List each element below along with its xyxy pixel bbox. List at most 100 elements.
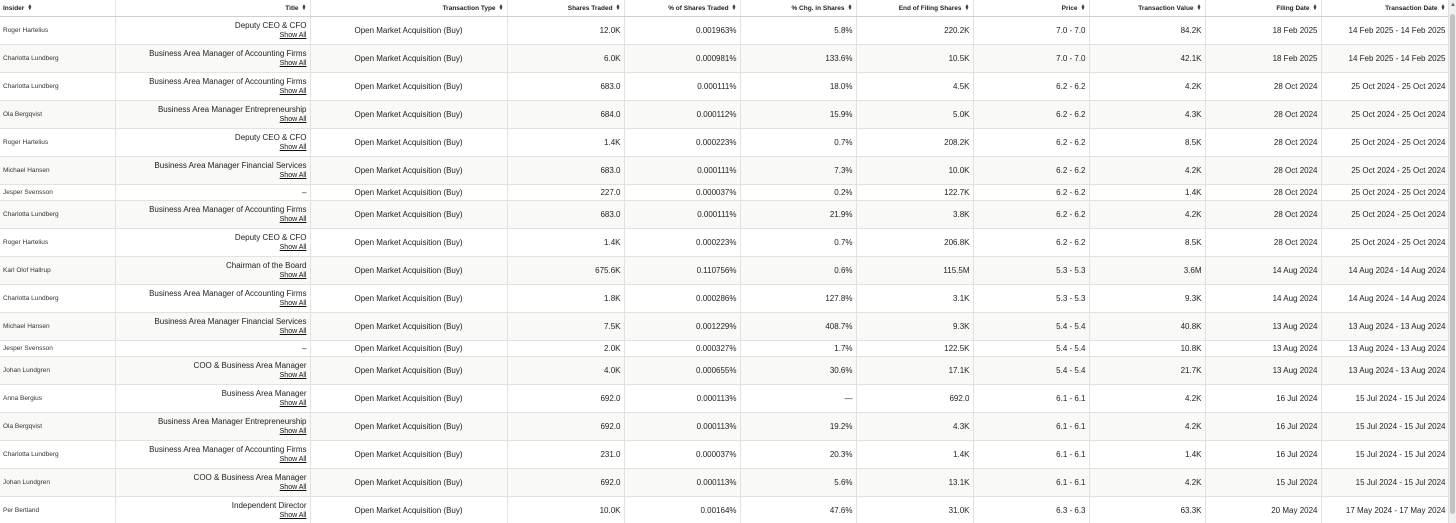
table-row[interactable]: Anna Bergius Business Area Manager Show Al… [0, 384, 1450, 413]
column-header-tdate[interactable]: Transaction Date ▲ ▼ [1321, 0, 1450, 17]
show-all-link[interactable]: Show All [119, 115, 307, 125]
column-header-filing[interactable]: Filing Date ▲ ▼ [1205, 0, 1322, 17]
column-header-insider[interactable]: Insider ▲ ▼ [0, 0, 116, 17]
scroll-up-arrow-icon[interactable]: ▲ [1450, 2, 1456, 8]
show-all-link[interactable]: Show All [119, 87, 307, 97]
table-row[interactable]: Jesper Svensson – Open Market Acquisition … [0, 184, 1450, 201]
sort-icon[interactable]: ▲ ▼ [965, 3, 970, 11]
cell-end: 692.0 [856, 384, 974, 413]
cell-value: 8.5K [1089, 128, 1206, 157]
column-header-label: Transaction Value [1138, 4, 1194, 12]
column-header-chg[interactable]: % Chg. in Shares ▲ ▼ [740, 0, 857, 17]
title-text: Chairman of the Board [226, 260, 307, 270]
sort-icon[interactable]: ▲ ▼ [616, 3, 621, 11]
cell-type: Open Market Acquisition (Buy) [310, 284, 508, 313]
title-text: Deputy CEO & CFO [234, 132, 307, 142]
sort-icon[interactable]: ▲ ▼ [27, 3, 32, 11]
column-header-price[interactable]: Price ▲ ▼ [973, 0, 1090, 17]
show-all-link[interactable]: Show All [119, 371, 307, 381]
column-header-end[interactable]: End of Filing Shares ▲ ▼ [856, 0, 974, 17]
cell-pct: 0.110756% [624, 256, 741, 285]
table-row[interactable]: Roger Hartelius Deputy CEO & CFO Show All O… [0, 128, 1450, 157]
show-all-link[interactable]: Show All [119, 299, 307, 309]
sort-icon[interactable]: ▲ ▼ [1313, 3, 1318, 11]
table-row[interactable]: Roger Hartelius Deputy CEO & CFO Show All O… [0, 228, 1450, 257]
cell-chg: — [740, 384, 857, 413]
column-header-pct[interactable]: % of Shares Traded ▲ ▼ [624, 0, 741, 17]
cell-value: 63.3K [1089, 496, 1206, 523]
cell-end: 1.4K [856, 440, 974, 469]
cell-tdate: 25 Oct 2024 - 25 Oct 2024 [1321, 200, 1450, 229]
sort-icon[interactable]: ▲ ▼ [1441, 3, 1446, 11]
table-row[interactable]: Karl Olof Hallrup Chairman of the Board Sh… [0, 256, 1450, 285]
show-all-link[interactable]: Show All [119, 455, 307, 465]
sort-icon[interactable]: ▲ ▼ [732, 3, 737, 11]
show-all-link[interactable]: Show All [119, 243, 307, 253]
sort-icon[interactable]: ▲ ▼ [302, 3, 307, 11]
cell-type: Open Market Acquisition (Buy) [310, 256, 508, 285]
cell-price: 6.2 - 6.2 [973, 72, 1090, 101]
table-row[interactable]: Johan Lundgren COO & Business Area Manage… [0, 356, 1450, 385]
table-row[interactable]: Michael Hansen Business Area Manager Fina… [0, 156, 1450, 185]
cell-value: 42.1K [1089, 44, 1206, 73]
cell-price: 6.2 - 6.2 [973, 184, 1090, 201]
show-all-link[interactable]: Show All [119, 511, 307, 521]
cell-filing: 28 Oct 2024 [1205, 184, 1322, 201]
title-text: Business Area Manager of Accounting Firm… [149, 444, 307, 454]
table-row[interactable]: Charlotta Lundberg Business Area Manager … [0, 284, 1450, 313]
cell-shares: 683.0 [507, 200, 625, 229]
cell-tdate: 13 Aug 2024 - 13 Aug 2024 [1321, 356, 1450, 385]
cell-value: 4.2K [1089, 384, 1206, 413]
table-row[interactable]: Charlotta Lundberg Business Area Manager … [0, 440, 1450, 469]
cell-pct: 0.000112% [624, 100, 741, 129]
table-row[interactable]: Per Bertland Independent Director Show All… [0, 496, 1450, 523]
cell-pct: 0.000111% [624, 200, 741, 229]
title-text: COO & Business Area Manager [193, 472, 307, 482]
show-all-link[interactable]: Show All [119, 427, 307, 437]
column-header-value[interactable]: Transaction Value ▲ ▼ [1089, 0, 1206, 17]
show-all-link[interactable]: Show All [119, 31, 307, 41]
sort-icon[interactable]: ▲ ▼ [499, 3, 504, 11]
cell-shares: 692.0 [507, 468, 625, 497]
cell-title: Business Area Manager of Accounting Firm… [115, 44, 311, 73]
show-all-link[interactable]: Show All [119, 483, 307, 493]
scrollbar-thumb[interactable] [1450, 14, 1455, 514]
cell-type: Open Market Acquisition (Buy) [310, 200, 508, 229]
cell-insider: Roger Hartelius [0, 128, 116, 157]
vertical-scrollbar[interactable]: ▲ [1448, 0, 1456, 523]
table-row[interactable]: Ola Bergqvist Business Area Manager Entre… [0, 412, 1450, 441]
show-all-link[interactable]: Show All [119, 271, 307, 281]
cell-tdate: 25 Oct 2024 - 25 Oct 2024 [1321, 228, 1450, 257]
table-row[interactable]: Charlotta Lundberg Business Area Manager … [0, 44, 1450, 73]
show-all-link[interactable]: Show All [119, 143, 307, 153]
show-all-link[interactable]: Show All [119, 171, 307, 181]
sort-icon[interactable]: ▲ ▼ [848, 3, 853, 11]
cell-shares: 1.4K [507, 228, 625, 257]
table-body: Roger Hartelius Deputy CEO & CFO Show All O… [0, 16, 1450, 523]
column-header-type[interactable]: Transaction Type ▲ ▼ [310, 0, 508, 17]
table-row[interactable]: Johan Lundgren COO & Business Area Manage… [0, 468, 1450, 497]
cell-shares: 6.0K [507, 44, 625, 73]
table-row[interactable]: Jesper Svensson – Open Market Acquisition … [0, 340, 1450, 357]
show-all-link[interactable]: Show All [119, 215, 307, 225]
table-row[interactable]: Michael Hansen Business Area Manager Fina… [0, 312, 1450, 341]
show-all-link[interactable]: Show All [119, 59, 307, 69]
cell-title: Business Area Manager Show All [115, 384, 311, 413]
table-row[interactable]: Roger Hartelius Deputy CEO & CFO Show All O… [0, 16, 1450, 45]
cell-shares: 692.0 [507, 384, 625, 413]
table-row[interactable]: Charlotta Lundberg Business Area Manager … [0, 72, 1450, 101]
cell-type: Open Market Acquisition (Buy) [310, 228, 508, 257]
table-row[interactable]: Charlotta Lundberg Business Area Manager … [0, 200, 1450, 229]
sort-icon[interactable]: ▲ ▼ [1197, 3, 1202, 11]
cell-type: Open Market Acquisition (Buy) [310, 156, 508, 185]
cell-end: 122.5K [856, 340, 974, 357]
column-header-shares[interactable]: Shares Traded ▲ ▼ [507, 0, 625, 17]
show-all-link[interactable]: Show All [119, 327, 307, 337]
title-text: Business Area Manager of Accounting Firm… [149, 288, 307, 298]
cell-pct: 0.000981% [624, 44, 741, 73]
sort-icon[interactable]: ▲ ▼ [1081, 3, 1086, 11]
show-all-link[interactable]: Show All [119, 399, 307, 409]
column-header-title[interactable]: Title ▲ ▼ [115, 0, 311, 17]
cell-shares: 10.0K [507, 496, 625, 523]
table-row[interactable]: Ola Bergqvist Business Area Manager Entre… [0, 100, 1450, 129]
